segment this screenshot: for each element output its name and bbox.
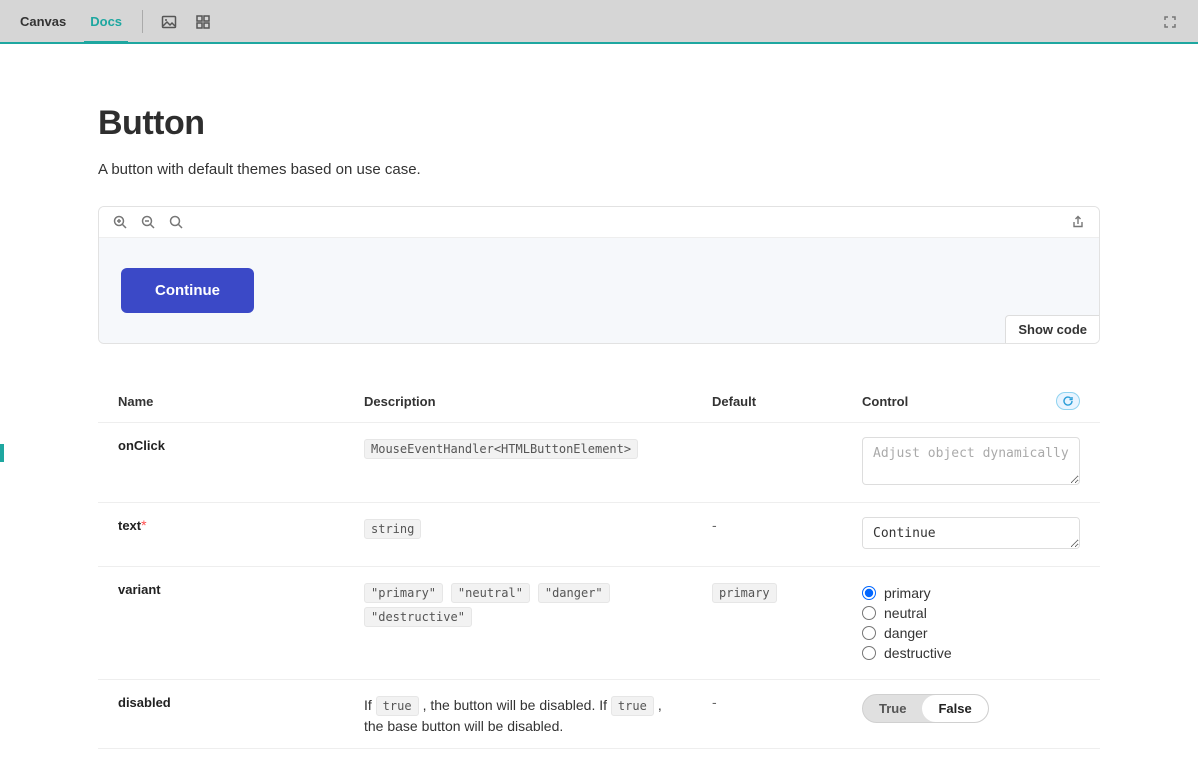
default-disabled: - [712, 694, 717, 710]
toolbar-divider [142, 10, 143, 33]
type-text: string [364, 519, 421, 539]
image-icon[interactable] [157, 10, 181, 34]
row-variant: variant "primary" "neutral" "danger" "de… [98, 567, 1100, 680]
zoom-reset-icon[interactable] [169, 215, 183, 229]
prop-name-disabled: disabled [118, 695, 171, 710]
col-control: Control [842, 380, 1036, 423]
required-asterisk: * [141, 517, 146, 533]
page-title: Button [98, 104, 1100, 143]
tab-docs[interactable]: Docs [78, 0, 134, 43]
desc-disabled: If true, the button will be disabled. If… [344, 680, 692, 749]
toggle-disabled[interactable]: True False [862, 694, 989, 723]
side-accent [0, 444, 4, 462]
col-default: Default [692, 380, 842, 423]
fullscreen-icon[interactable] [1158, 10, 1182, 34]
variant-opt-2: "danger" [538, 583, 610, 603]
type-onclick: MouseEventHandler<HTMLButtonElement> [364, 439, 638, 459]
preview-toolbar [99, 207, 1099, 238]
default-variant: primary [712, 583, 777, 603]
radio-primary[interactable]: primary [862, 585, 1080, 601]
control-text-textarea[interactable] [862, 517, 1080, 549]
props-table: Name Description Default Control [98, 380, 1100, 749]
row-text: text* string - [98, 503, 1100, 567]
grid-icon[interactable] [191, 10, 215, 34]
reset-controls-button[interactable] [1056, 392, 1080, 410]
radio-destructive[interactable]: destructive [862, 645, 1080, 661]
toggle-true[interactable]: True [863, 695, 922, 722]
top-toolbar: Canvas Docs [0, 0, 1198, 44]
default-text: - [712, 517, 717, 533]
prop-name-text: text [118, 518, 141, 533]
zoom-out-icon[interactable] [141, 215, 155, 229]
preview-body: Continue Show code [99, 238, 1099, 343]
col-description: Description [344, 380, 692, 423]
row-disabled: disabled If true, the button will be dis… [98, 680, 1100, 749]
zoom-in-icon[interactable] [113, 215, 127, 229]
page-subtitle: A button with default themes based on us… [98, 161, 1100, 178]
preview-card: Continue Show code [98, 206, 1100, 344]
radio-neutral[interactable]: neutral [862, 605, 1080, 621]
tab-canvas[interactable]: Canvas [8, 0, 78, 43]
share-icon[interactable] [1071, 215, 1085, 229]
radio-danger[interactable]: danger [862, 625, 1080, 641]
col-name: Name [98, 380, 344, 423]
variant-opt-1: "neutral" [451, 583, 530, 603]
prop-name-variant: variant [118, 582, 161, 597]
toggle-false[interactable]: False [922, 695, 987, 722]
variant-opt-3: "destructive" [364, 607, 472, 627]
control-onclick-textarea[interactable] [862, 437, 1080, 485]
prop-name-onclick: onClick [118, 438, 165, 453]
demo-continue-button[interactable]: Continue [121, 268, 254, 313]
show-code-button[interactable]: Show code [1005, 315, 1100, 344]
variant-opt-0: "primary" [364, 583, 443, 603]
row-onclick: onClick MouseEventHandler<HTMLButtonElem… [98, 423, 1100, 503]
